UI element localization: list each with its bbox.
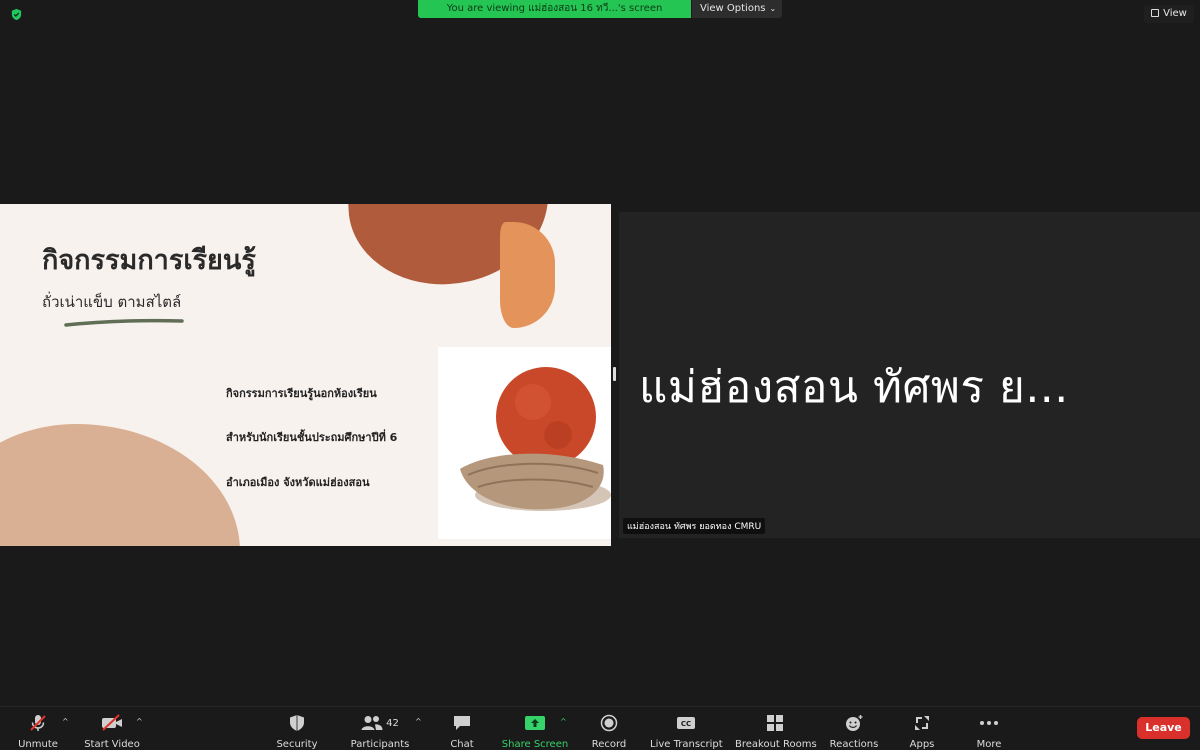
video-options-caret[interactable]: ^ [136, 717, 143, 726]
view-options-label: View Options [700, 3, 766, 14]
share-screen-button[interactable]: Share Screen [500, 707, 570, 750]
slide-bullet-1: กิจกรรมการเรียนรู้นอกห้องเรียน [226, 387, 377, 400]
participants-options-caret[interactable]: ^ [415, 717, 422, 726]
breakout-rooms-icon [767, 715, 783, 731]
participants-icon [361, 716, 383, 730]
encryption-shield-icon[interactable] [10, 8, 23, 21]
view-options-button[interactable]: View Options ⌄ [692, 0, 782, 18]
breakout-rooms-button[interactable]: Breakout Rooms [735, 707, 817, 750]
decorative-blob-orange [500, 222, 555, 328]
apps-label: Apps [909, 739, 935, 750]
breakout-rooms-label: Breakout Rooms [735, 739, 817, 750]
chat-label: Chat [450, 739, 474, 750]
more-button[interactable]: More [972, 707, 1006, 750]
chevron-down-icon: ⌄ [769, 4, 777, 13]
more-label: More [976, 739, 1002, 750]
unmute-button[interactable]: Unmute [14, 707, 62, 750]
security-button[interactable]: Security [274, 707, 320, 750]
participants-count: 42 [386, 717, 399, 729]
decorative-blob-bottom [0, 424, 240, 546]
participants-button[interactable]: 42 Participants [348, 707, 412, 750]
share-screen-label: Share Screen [501, 739, 569, 750]
slide-title: กิจกรรมการเรียนรู้ [42, 245, 256, 276]
chat-button[interactable]: Chat [446, 707, 478, 750]
start-video-label: Start Video [84, 739, 140, 750]
viewing-screen-banner: You are viewing แม่ฮ่องสอน 16 ทวี...'s s… [418, 0, 691, 18]
record-label: Record [591, 739, 627, 750]
share-screen-icon [525, 716, 545, 730]
security-label: Security [276, 739, 318, 750]
microphone-muted-icon [30, 715, 46, 731]
participant-video-tile[interactable]: แม่ฮ่องสอน ทัศพร ย... แม่ฮ่องสอน ทัศพร ย… [619, 212, 1200, 538]
security-shield-icon [290, 715, 304, 731]
shared-screen-slide: กิจกรรมการเรียนรู้ ถั่วเน่าแข็บ ตามสไตล์… [0, 204, 611, 546]
participants-label: Participants [350, 739, 410, 750]
video-off-icon [102, 714, 122, 731]
live-transcript-label: Live Transcript [650, 739, 723, 750]
participant-display-name: แม่ฮ่องสอน ทัศพร ย... [639, 362, 1069, 413]
leave-meeting-button[interactable]: Leave [1137, 717, 1190, 739]
cc-text: CC [681, 720, 691, 728]
view-label: View [1163, 8, 1187, 19]
slide-bullet-2: สำหรับนักเรียนชั้นประถมศึกษาปีที่ 6 [226, 431, 398, 444]
slide-bullet-3: อำเภอเมือง จังหวัดแม่ฮ่องสอน [226, 476, 370, 489]
divider-tick [613, 367, 616, 381]
participant-name-tag: แม่ฮ่องสอน ทัศพร ยอดทอง CMRU [623, 518, 766, 534]
start-video-button[interactable]: Start Video [82, 707, 142, 750]
reactions-label: Reactions [829, 739, 879, 750]
meeting-toolbar: Unmute ^ Start Video ^ Security 42 Parti… [0, 706, 1200, 750]
unmute-label: Unmute [18, 739, 58, 750]
view-layout-button[interactable]: View [1144, 5, 1194, 23]
brush-underline [64, 318, 184, 327]
record-icon [600, 714, 618, 732]
audio-options-caret[interactable]: ^ [62, 717, 69, 726]
slide-subtitle: ถั่วเน่าแข็บ ตามสไตล์ [42, 293, 182, 311]
layout-icon [1151, 9, 1160, 17]
reactions-button[interactable]: Reactions [828, 707, 880, 750]
chat-bubble-icon [454, 716, 470, 730]
more-dots-icon [980, 721, 998, 725]
share-options-caret[interactable]: ^ [560, 717, 567, 726]
closed-caption-icon: CC [677, 717, 695, 729]
apps-button[interactable]: Apps [906, 707, 938, 750]
record-button[interactable]: Record [588, 707, 630, 750]
apps-icon [915, 716, 929, 730]
food-photo [438, 347, 611, 539]
live-transcript-button[interactable]: CC Live Transcript [650, 707, 723, 750]
reactions-smiley-icon [846, 715, 863, 731]
